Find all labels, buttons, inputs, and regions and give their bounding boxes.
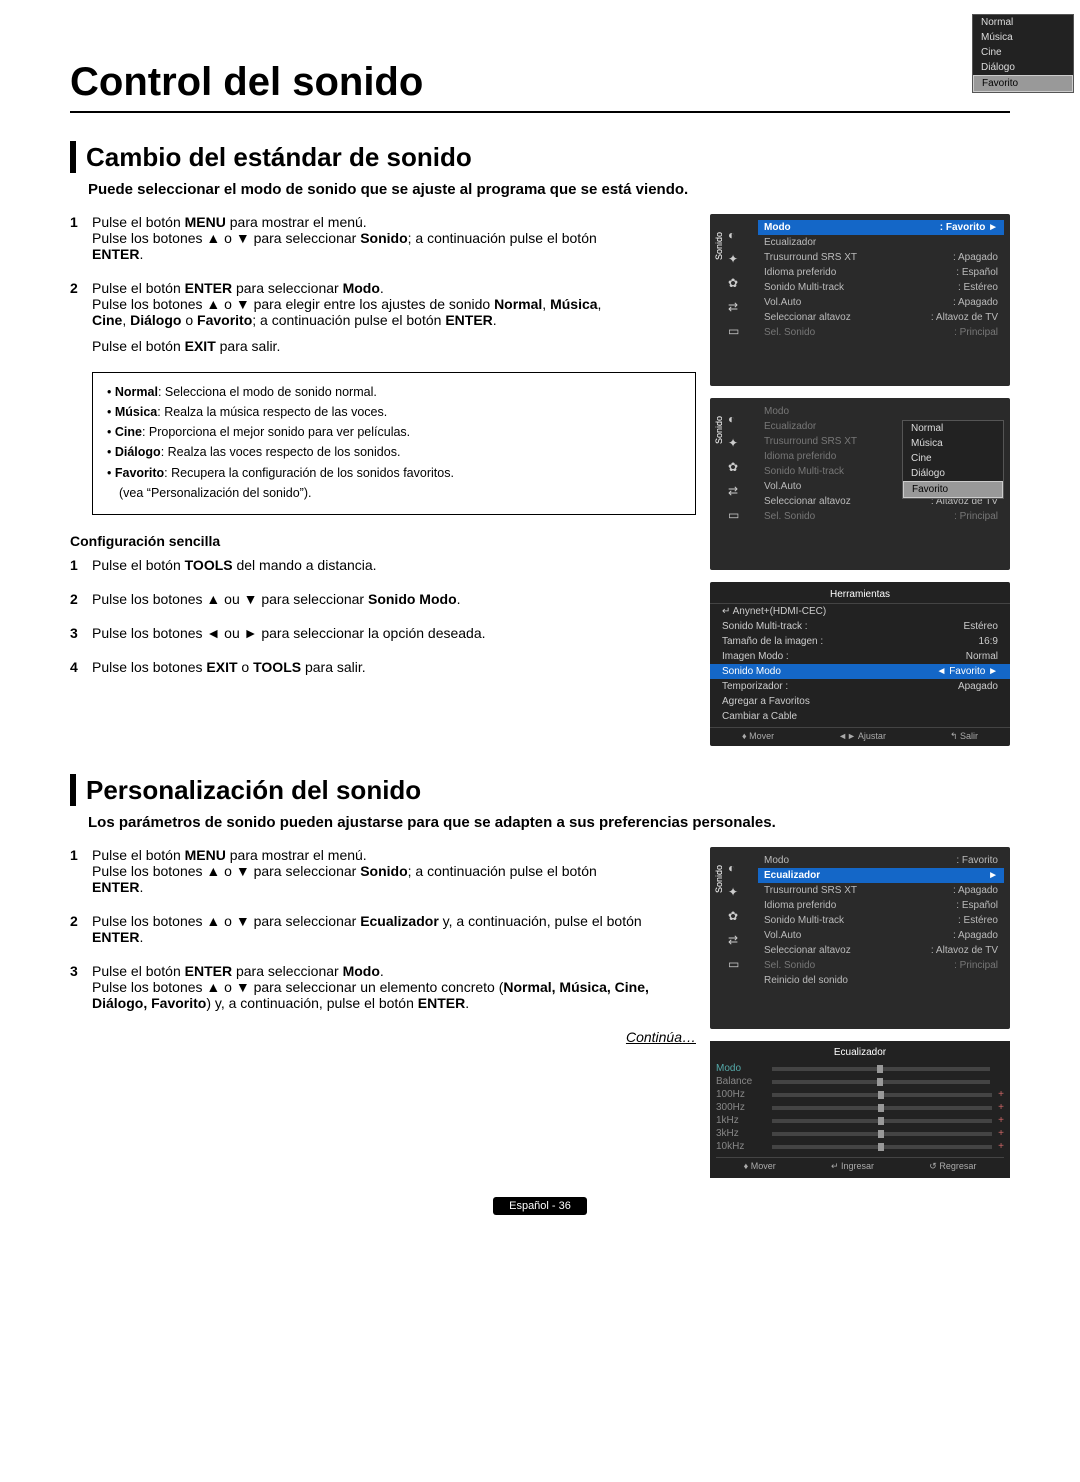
section-title: Cambio del estándar de sonido [86, 142, 472, 173]
easy-step: 3Pulse los botones ◄ ou ► para seleccion… [70, 625, 696, 641]
eq-mode-popup: NormalMúsicaCineDiálogoFavorito [972, 14, 1074, 93]
section-lead: Puede seleccionar el modo de sonido que … [88, 181, 1010, 198]
easy-step: 4Pulse los botones EXIT o TOOLS para sal… [70, 659, 696, 675]
osd-screenshot-modo: Sonido ◐✦✿⇄▭ Modo: Favorito ►Ecualizador… [710, 214, 1010, 386]
osd-screenshot-popup: Sonido ◐✦✿⇄▭ ModoEcualizadorTrusurround … [710, 398, 1010, 570]
page-number-badge: Español - 36 [70, 1196, 1010, 1214]
page-title: Control del sonido [70, 60, 1010, 113]
section-bar-icon [70, 774, 76, 806]
mode-popup: NormalMúsicaCineDiálogoFavorito [902, 420, 1004, 499]
continue-label: Continúa… [70, 1029, 696, 1045]
easy-step: 2Pulse los botones ▲ ou ▼ para seleccion… [70, 591, 696, 607]
eq-screenshot: Ecualizador ModoBalance100Hz+300Hz+1kHz+… [710, 1041, 1010, 1178]
easy-step: 1Pulse el botón TOOLS del mando a distan… [70, 557, 696, 573]
osd-icon-column: ◐✦✿⇄▭ [728, 228, 739, 338]
section-personalizacion: Personalización del sonido Los parámetro… [70, 774, 1010, 1178]
osd-screenshot-ecualizador: Sonido ◐✦✿⇄▭ Modo: FavoritoEcualizador ►… [710, 847, 1010, 1029]
step-1: 1 Pulse el botón MENU para mostrar el me… [70, 847, 696, 895]
section-title: Personalización del sonido [86, 775, 421, 806]
section-cambio: Cambio del estándar de sonido Puede sele… [70, 141, 1010, 746]
step-3: 3 Pulse el botón ENTER para seleccionar … [70, 963, 696, 1011]
section-bar-icon [70, 141, 76, 173]
section-lead: Los parámetros de sonido pueden ajustars… [88, 814, 1010, 831]
step-2: 2 Pulse el botón ENTER para seleccionar … [70, 280, 696, 354]
step-2: 2 Pulse los botones ▲ o ▼ para seleccion… [70, 913, 696, 945]
easy-setup-title: Configuración sencilla [70, 533, 696, 549]
step-1: 1 Pulse el botón MENU para mostrar el me… [70, 214, 696, 262]
tools-screenshot: Herramientas ↵ Anynet+(HDMI-CEC)Sonido M… [710, 582, 1010, 746]
notes-box: • Normal: Selecciona el modo de sonido n… [92, 372, 696, 515]
